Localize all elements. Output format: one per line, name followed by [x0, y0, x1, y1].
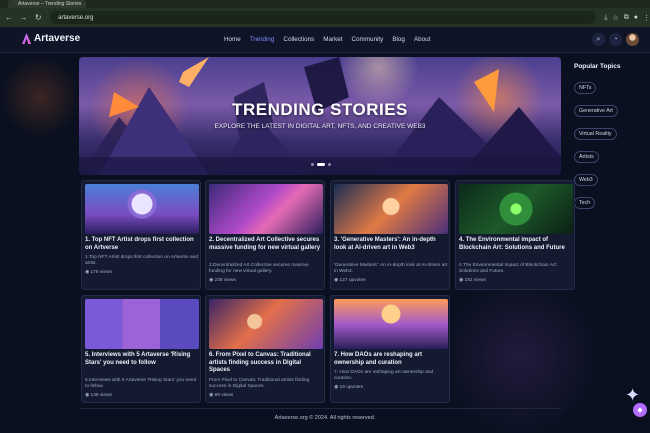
footer: Artaverse.org © 2024. All rights reserve… — [274, 415, 376, 421]
browser-actions: ⤓ ☆ ⧉ ● ⋮ — [604, 14, 650, 22]
hero-banner[interactable]: TRENDING STORIES EXPLORE THE LATEST IN D… — [79, 57, 561, 175]
search-icon[interactable]: ⌕ — [592, 33, 605, 46]
story-stat: ◉ 238 views — [209, 278, 236, 283]
bell-icon[interactable]: ◔ — [609, 33, 622, 46]
story-thumbnail — [209, 299, 323, 349]
story-thumbnail — [334, 184, 448, 234]
story-card[interactable]: 5. Interviews with 5 Artaverse 'Rising S… — [81, 295, 201, 403]
story-stat: ◉ 176 views — [85, 270, 112, 275]
browser-toolbar: ← → ↻ artaverse.org ⤓ ☆ ⧉ ● ⋮ — [0, 8, 650, 27]
story-stat: ◉ 127 upvotes — [334, 278, 366, 283]
story-thumbnail — [209, 184, 323, 234]
hero-subtitle: EXPLORE THE LATEST IN DIGITAL ART, NFTS,… — [214, 123, 426, 130]
topic-chip[interactable]: Artists — [574, 151, 599, 163]
browser-tab[interactable]: Artaverse – Trending Stories — [8, 0, 86, 8]
page: Artaverse Home Trending Collections Market C… — [0, 27, 650, 433]
nav-trending[interactable]: Trending — [250, 36, 275, 43]
assistant-icon[interactable]: ◆ — [633, 403, 647, 417]
topic-chip[interactable]: Generative Art — [574, 105, 618, 117]
browser-tab-strip: Artaverse – Trending Stories — [0, 0, 650, 8]
nav-about[interactable]: About — [414, 36, 430, 43]
nav-collections[interactable]: Collections — [283, 36, 314, 43]
story-stat: ◉ 19 upvotes — [334, 385, 363, 390]
hero-title: TRENDING STORIES — [232, 100, 408, 119]
star-icon[interactable]: ☆ — [612, 14, 618, 22]
story-stat: ◉ 182 views — [459, 278, 486, 283]
story-stat: ◉ 136 views — [85, 393, 112, 398]
story-excerpt: 2.Decentralized Art Collective secures m… — [209, 262, 309, 274]
address-bar[interactable]: artaverse.org — [50, 11, 597, 24]
story-excerpt: From Pixel to Canvas: Traditional artist… — [209, 377, 310, 389]
site-header: Artaverse Home Trending Collections Market C… — [0, 27, 650, 53]
story-title[interactable]: 1. Top NFT Artist drops first collection… — [85, 237, 199, 252]
topic-chip[interactable]: Web3 — [574, 174, 598, 186]
topic-chip[interactable]: Tech — [574, 197, 596, 209]
carousel-dot[interactable] — [328, 163, 331, 166]
nav-community[interactable]: Community — [351, 36, 383, 43]
carousel-indicators — [311, 163, 331, 166]
story-stat-value: 176 views — [90, 270, 112, 276]
nav-market[interactable]: Market — [323, 36, 342, 43]
story-stat-value: 99 views — [214, 392, 234, 398]
story-card[interactable]: 6. From Pixel to Canvas: Traditional art… — [205, 295, 325, 403]
story-stat-value: 19 upvotes — [339, 385, 364, 391]
story-title[interactable]: 3. 'Generative Masters': An in-depth loo… — [334, 237, 448, 252]
story-stat-value: 127 upvotes — [339, 277, 366, 283]
story-stat-value: 136 views — [90, 392, 112, 398]
forward-icon[interactable]: → — [18, 13, 30, 22]
story-excerpt: 1.Top NFT Artist drops first collection … — [85, 255, 198, 267]
logo-text: Artaverse — [34, 33, 81, 44]
profile-icon[interactable]: ● — [634, 14, 638, 22]
story-thumbnail — [85, 184, 199, 234]
story-title[interactable]: 7. How DAOs are reshaping art ownership … — [334, 352, 448, 367]
story-card[interactable]: 4. The Environmental impact of Blockchai… — [455, 180, 575, 290]
story-title[interactable]: 6. From Pixel to Canvas: Traditional art… — [209, 352, 323, 375]
sidebar-title: Popular Topics — [574, 63, 621, 70]
logo-mark-icon — [22, 33, 31, 44]
story-thumbnail — [334, 299, 448, 349]
nav-blog[interactable]: Blog — [392, 36, 405, 43]
story-excerpt: 5.Interviews with 5 Artaverse 'Rising St… — [85, 377, 197, 389]
story-title[interactable]: 2. Decentralized Art Collective secures … — [209, 237, 323, 252]
story-card[interactable]: 1. Top NFT Artist drops first collection… — [81, 180, 201, 290]
story-thumbnail — [459, 184, 573, 234]
avatar[interactable] — [626, 33, 639, 46]
story-excerpt: 7. How DAOs are reshaping art ownership … — [334, 370, 434, 382]
reload-icon[interactable]: ↻ — [32, 13, 44, 22]
popular-topics: Popular Topics NFTs Generative Art Virtual… — [574, 63, 644, 214]
carousel-dot-active[interactable] — [317, 163, 325, 166]
story-card[interactable]: 3. 'Generative Masters': An in-depth loo… — [330, 180, 450, 290]
extensions-icon[interactable]: ⧉ — [624, 14, 629, 22]
story-stat-value: 182 views — [464, 277, 486, 283]
story-card[interactable]: 7. How DAOs are reshaping art ownership … — [330, 295, 450, 403]
story-title[interactable]: 4. The Environmental impact of Blockchai… — [459, 237, 573, 252]
logo[interactable]: Artaverse — [22, 33, 80, 44]
topic-chip[interactable]: NFTs — [574, 82, 597, 94]
header-icons: ⌕ ◔ — [592, 33, 639, 46]
story-stat-value: 238 views — [214, 277, 236, 283]
story-excerpt: 4.The Environmental impact of Blockchain… — [459, 262, 558, 274]
download-icon[interactable]: ⤓ — [604, 14, 607, 22]
story-card[interactable]: 2. Decentralized Art Collective secures … — [205, 180, 325, 290]
url-text: artaverse.org — [58, 14, 94, 21]
story-stat: ◉ 99 views — [209, 393, 233, 398]
topic-chip[interactable]: Virtual Reality — [574, 128, 617, 140]
footer-divider — [79, 408, 561, 409]
back-icon[interactable]: ← — [3, 13, 15, 22]
menu-icon[interactable]: ⋮ — [643, 14, 650, 22]
story-thumbnail — [85, 299, 199, 349]
nav-home[interactable]: Home — [224, 36, 241, 43]
story-title[interactable]: 5. Interviews with 5 Artaverse 'Rising S… — [85, 352, 199, 367]
main-nav: Home Trending Collections Market Community Bl… — [224, 36, 430, 43]
carousel-dot[interactable] — [311, 163, 314, 166]
story-excerpt: 'Generative Masters': An in-depth look a… — [334, 262, 448, 274]
topic-list: NFTs Generative Art Virtual Reality Artists… — [574, 76, 644, 214]
